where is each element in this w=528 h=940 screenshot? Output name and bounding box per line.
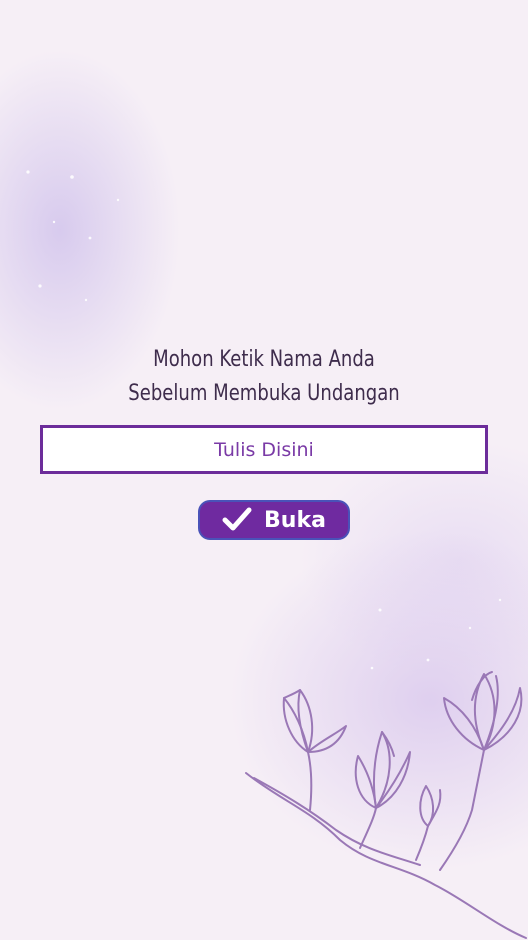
guest-name-input[interactable] <box>40 425 488 474</box>
check-icon <box>222 507 252 533</box>
prompt-line-2: Sebelum Membuka Undangan <box>128 381 400 406</box>
invitation-gate-screen: Mohon Ketik Nama Anda Sebelum Membuka Un… <box>0 0 528 940</box>
magnolia-flower-illustration <box>245 671 527 939</box>
enter-name-prompt: Mohon Ketik Nama Anda Sebelum Membuka Un… <box>48 343 481 411</box>
open-invitation-button[interactable]: Buka <box>198 500 350 540</box>
prompt-line-1: Mohon Ketik Nama Anda <box>153 347 375 372</box>
open-button-label: Buka <box>264 507 326 533</box>
